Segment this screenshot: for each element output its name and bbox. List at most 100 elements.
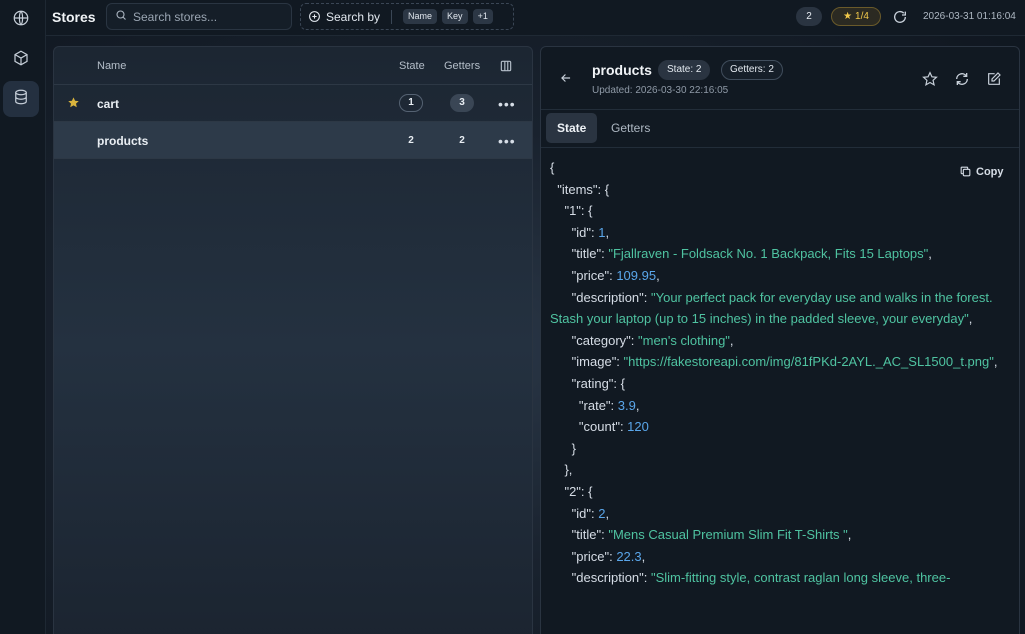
rail-database-button[interactable] [3, 81, 39, 117]
edit-icon[interactable] [986, 71, 1002, 87]
table-header: Name State Getters [54, 47, 532, 85]
code-line: "category": "men's clothing", [550, 330, 1002, 352]
json-token: "1": { [550, 203, 593, 219]
updated-timestamp: Updated: 2026-03-30 22:16:05 [592, 85, 729, 96]
plus-circle-icon [309, 11, 320, 22]
getters-count: 2 [459, 135, 465, 146]
json-token: "rating": { [550, 375, 625, 391]
json-number: 109.95 [616, 267, 657, 283]
search-chip-key: Key [442, 9, 468, 24]
json-token: { [550, 160, 555, 175]
json-token: "image": [550, 354, 624, 370]
code-line: "image": "https://fakestoreapi.com/img/8… [550, 351, 1002, 373]
search-chip-more: +1 [472, 9, 493, 24]
json-token: "price": [550, 548, 617, 564]
code-line: "title": "Mens Casual Premium Slim Fit T… [550, 524, 1002, 546]
code-line: "price": 22.3, [550, 546, 1002, 568]
top-bar: Stores Search by Name Key +1 2 ★ 1/4 202… [46, 0, 1025, 36]
cube-icon [12, 49, 30, 72]
detail-title: products [592, 62, 652, 78]
search-input[interactable] [133, 9, 283, 24]
column-header-name[interactable]: Name [97, 60, 126, 72]
search-by-filter[interactable]: Search by Name Key +1 [300, 3, 514, 30]
divider [391, 9, 393, 24]
last-updated-timestamp: 2026-03-31 01:16:04 [923, 11, 1016, 22]
tab-state[interactable]: State [546, 113, 598, 143]
app-window: Stores Search by Name Key +1 2 ★ 1/4 202… [0, 0, 1025, 634]
json-string: "https://fakestoreapi.com/img/81fPKd-2AY… [623, 354, 994, 370]
page-title: Stores [52, 9, 96, 25]
icon-rail [0, 0, 46, 634]
favorite-star-icon[interactable] [922, 71, 938, 87]
code-line: "items": { [550, 179, 1002, 201]
favorites-filter-button[interactable]: ★ 1/4 [831, 7, 881, 26]
json-token: "count": [550, 419, 628, 435]
refresh-icon[interactable] [954, 71, 970, 87]
column-header-state[interactable]: State [399, 60, 425, 72]
json-token: "id": [550, 224, 599, 240]
favorites-count: 1/4 [855, 11, 869, 22]
table-row[interactable]: cart 1 3 ••• [54, 85, 532, 122]
code-line: { [550, 157, 1002, 179]
json-token: , [635, 397, 640, 413]
code-line: "title": "Fjallraven - Foldsack No. 1 Ba… [550, 243, 1002, 265]
json-token: , [656, 267, 660, 283]
code-line: "rate": 3.9, [550, 395, 1002, 417]
code-line: } [550, 438, 1002, 460]
search-chip-name: Name [403, 9, 438, 24]
getters-count-pill: Getters: 2 [721, 60, 783, 80]
detail-header: products State: 2 Getters: 2 Updated: 20… [541, 47, 1019, 110]
more-actions-icon[interactable]: ••• [498, 133, 516, 149]
json-token: "category": [550, 332, 638, 348]
detail-tabs: State Getters [541, 110, 1019, 148]
star-icon: ★ [843, 11, 853, 22]
back-arrow-icon[interactable] [559, 71, 573, 85]
state-count-pill: State: 2 [658, 60, 711, 80]
table-row[interactable]: products 2 2 ••• [54, 122, 532, 159]
json-token: "id": [550, 505, 599, 521]
json-string: "men's clothing" [638, 332, 730, 348]
json-token: , [605, 505, 610, 521]
code-line: "rating": { [550, 373, 1002, 395]
store-name: cart [97, 97, 120, 111]
getters-count-badge: 3 [450, 94, 474, 112]
state-json-viewer[interactable]: { "items": { "1": { "id": 1, "title": "F… [550, 157, 1002, 589]
json-token: , [641, 548, 646, 564]
code-line: "price": 109.95, [550, 265, 1002, 287]
code-line: "id": 2, [550, 503, 1002, 525]
favorite-star-icon[interactable] [67, 96, 80, 109]
json-string: "Mens Casual Premium Slim Fit T-Shirts " [608, 527, 848, 543]
json-token: } [550, 440, 577, 456]
refresh-icon[interactable] [892, 9, 908, 25]
json-token: , [847, 527, 852, 543]
rail-globe-button[interactable] [3, 2, 39, 38]
json-number: 22.3 [616, 548, 642, 564]
search-box[interactable] [106, 3, 292, 30]
store-name: products [97, 134, 149, 148]
code-line: "id": 1, [550, 222, 1002, 244]
column-header-getters[interactable]: Getters [444, 60, 480, 72]
json-token: "title": [550, 527, 609, 543]
stores-table: Name State Getters cart 1 3 ••• products… [53, 46, 533, 634]
database-icon [12, 88, 30, 111]
json-token: , [605, 224, 610, 240]
json-token: , [993, 354, 998, 370]
tab-getters[interactable]: Getters [600, 113, 661, 143]
code-line: "2": { [550, 481, 1002, 503]
json-string: "Fjallraven - Foldsack No. 1 Backpack, F… [608, 246, 929, 262]
json-token: "price": [550, 267, 617, 283]
rail-cube-button[interactable] [3, 42, 39, 78]
json-token: "description": [550, 570, 651, 586]
more-actions-icon[interactable]: ••• [498, 96, 516, 112]
json-token: , [928, 246, 932, 262]
json-number: 120 [627, 419, 649, 435]
code-line: "1": { [550, 200, 1002, 222]
globe-icon [12, 9, 30, 32]
store-detail-panel: products State: 2 Getters: 2 Updated: 20… [540, 46, 1020, 634]
columns-settings-icon[interactable] [499, 59, 513, 73]
state-count: 2 [408, 135, 414, 146]
code-line: }, [550, 459, 1002, 481]
state-count-badge: 1 [399, 94, 423, 112]
json-number: 3.9 [617, 397, 636, 413]
json-token: }, [550, 462, 573, 478]
